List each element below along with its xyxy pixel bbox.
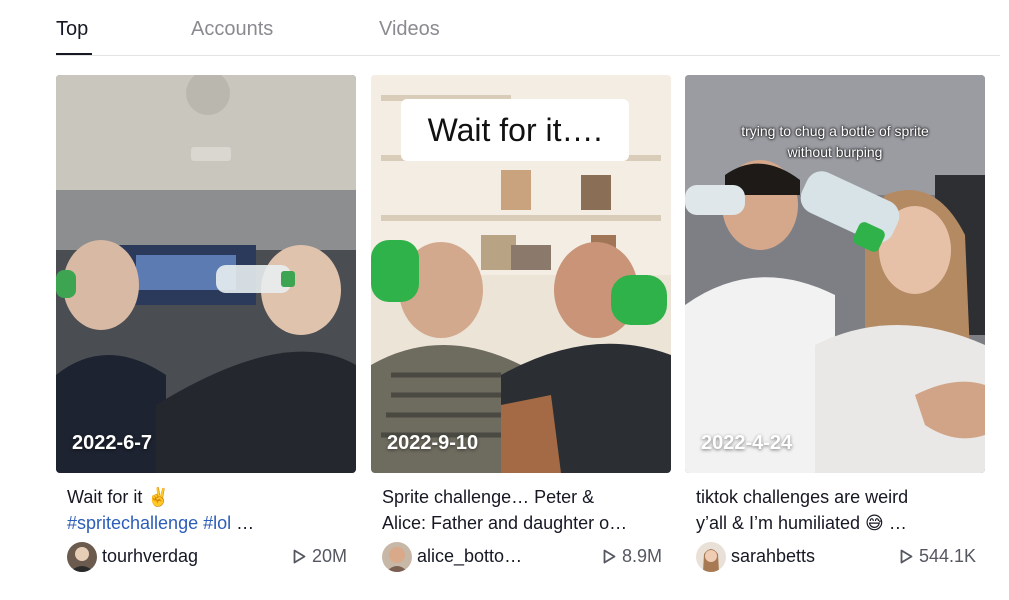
- video-caption[interactable]: Wait for it ✌️ #spritechallenge #lol …: [67, 484, 352, 536]
- video-meta: tourhverdag 20M: [67, 542, 347, 572]
- view-count-value: 8.9M: [621, 546, 662, 566]
- video-date: 2022-9-10: [387, 432, 479, 454]
- video-thumbnail-image: [56, 75, 356, 473]
- username[interactable]: tourhverdag: [102, 546, 198, 567]
- caption-text: Sprite challenge… Peter &: [382, 487, 595, 507]
- video-overlay-text: trying to chug a bottle of sprite withou…: [741, 123, 929, 160]
- video-date: 2022-4-24: [701, 432, 793, 454]
- video-meta: sarahbetts 544.1K: [696, 542, 976, 572]
- username[interactable]: alice_botto…: [417, 546, 522, 567]
- caption-text-line2: y’all & I’m humiliated 😅 …: [696, 513, 907, 533]
- view-count: 20M: [293, 546, 347, 567]
- view-count-value: 544.1K: [918, 546, 976, 566]
- video-card[interactable]: trying to chug a bottle of sprite withou…: [685, 75, 985, 572]
- video-thumbnail[interactable]: Wait for it…. 2022-9-10: [371, 75, 671, 473]
- video-caption[interactable]: Sprite challenge… Peter & Alice: Father …: [382, 484, 667, 536]
- username[interactable]: sarahbetts: [731, 546, 815, 567]
- avatar[interactable]: [382, 542, 412, 572]
- caption-text: Wait for it ✌️: [67, 487, 170, 507]
- view-count: 544.1K: [900, 546, 976, 567]
- video-thumbnail[interactable]: 2022-6-7: [56, 75, 356, 473]
- caption-hashtags[interactable]: #spritechallenge #lol: [67, 513, 231, 533]
- video-date: 2022-6-7: [72, 432, 153, 454]
- caption-ellipsis: …: [236, 513, 255, 533]
- avatar[interactable]: [696, 542, 726, 572]
- video-card[interactable]: 2022-6-7 Wait for it ✌️ #spritechallenge…: [56, 75, 356, 572]
- play-outline-icon: [900, 549, 913, 564]
- video-thumbnail[interactable]: trying to chug a bottle of sprite withou…: [685, 75, 985, 473]
- view-count-value: 20M: [311, 546, 347, 566]
- video-meta: alice_botto… 8.9M: [382, 542, 662, 572]
- tab-top[interactable]: Top: [56, 16, 88, 42]
- video-card[interactable]: Wait for it…. 2022-9-10 Sprite challenge…: [371, 75, 671, 572]
- caption-text-line2: Alice: Father and daughter o…: [382, 513, 628, 533]
- video-overlay-text: Wait for it….: [401, 99, 629, 161]
- tab-accounts[interactable]: Accounts: [191, 16, 273, 42]
- tab-videos[interactable]: Videos: [379, 16, 440, 42]
- active-tab-indicator: [56, 53, 92, 55]
- avatar[interactable]: [67, 542, 97, 572]
- play-outline-icon: [603, 549, 616, 564]
- view-count: 8.9M: [603, 546, 662, 567]
- play-outline-icon: [293, 549, 306, 564]
- video-caption[interactable]: tiktok challenges are weird y’all & I’m …: [696, 484, 981, 536]
- search-tabs: Top Accounts Videos: [56, 0, 1000, 56]
- caption-text: tiktok challenges are weird: [696, 487, 909, 507]
